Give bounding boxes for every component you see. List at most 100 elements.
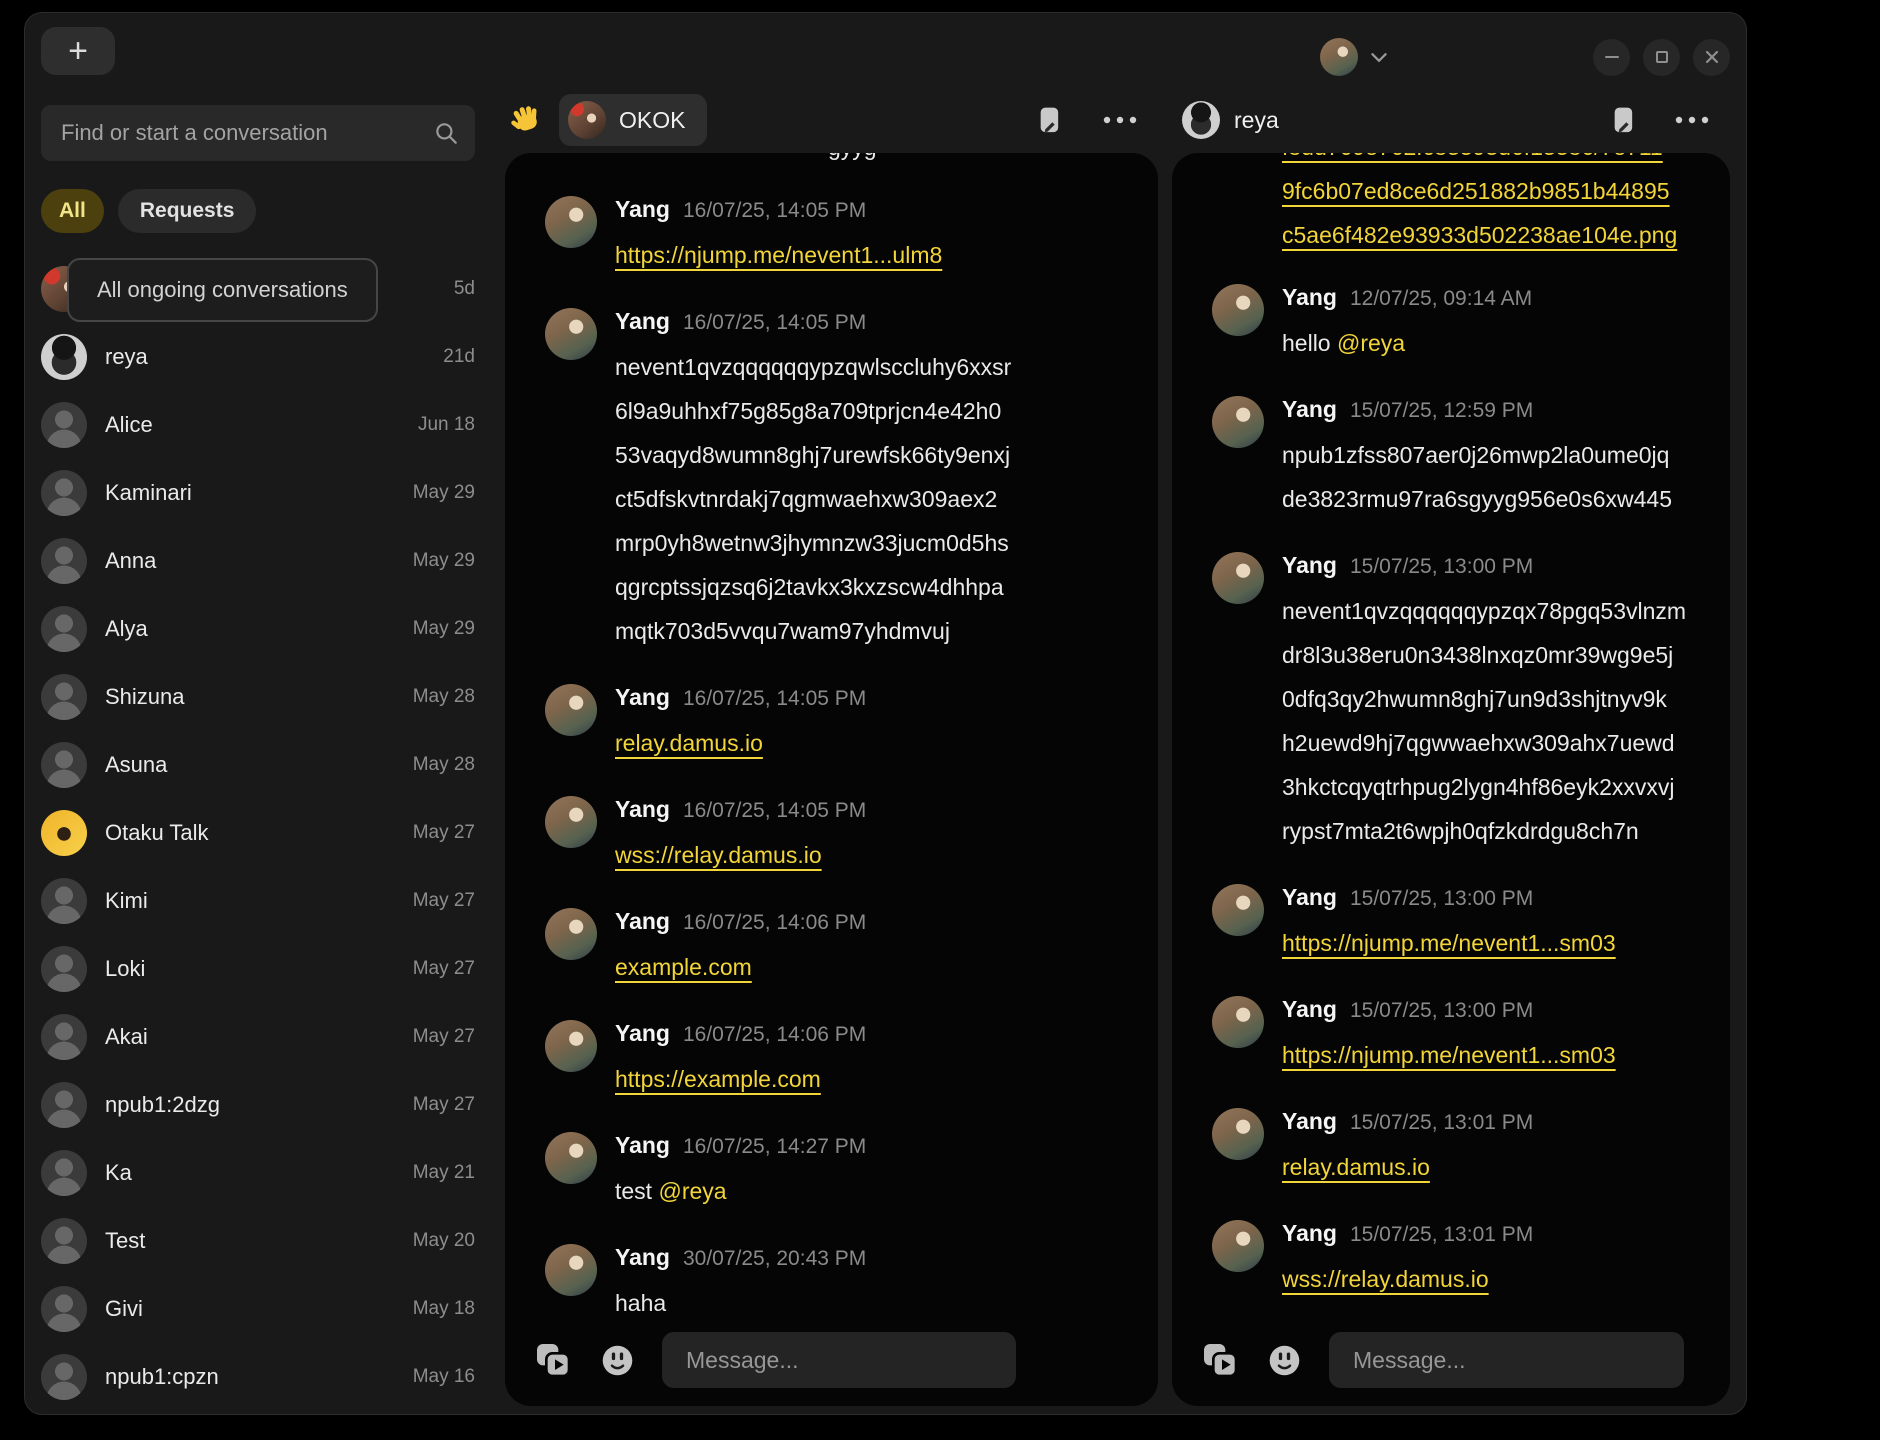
conversation-name: Alya [105, 616, 395, 642]
conversation-row[interactable]: TestMay 20 [41, 1207, 475, 1275]
conversation-row[interactable]: AkaiMay 27 [41, 1003, 475, 1071]
message-timestamp: 15/07/25, 13:00 PM [1350, 883, 1533, 915]
conversation-row[interactable]: KaminariMay 29 [41, 459, 475, 527]
message-body: f8dd769e762fc83393d6f13386/7e7119fc6b07e… [1282, 159, 1712, 257]
message-avatar[interactable] [545, 684, 597, 736]
conversation-time: May 27 [413, 958, 475, 980]
media-attach-icon[interactable] [533, 1340, 573, 1380]
message-link[interactable]: f8dd769e762fc83393d6f13386/7e711 [1282, 153, 1712, 169]
message-timestamp: 30/07/25, 20:43 PM [683, 1243, 866, 1275]
conversation-avatar [41, 742, 87, 788]
message: Yang16/07/25, 14:27 PMtest @reya [545, 1129, 1140, 1213]
message-content: test @reya [615, 1169, 1140, 1213]
conversation-row[interactable]: GiviMay 18 [41, 1275, 475, 1343]
conversation-row[interactable]: LokiMay 27 [41, 935, 475, 1003]
message-body: Yang16/07/25, 14:05 PMnevent1qvzqqqqqqyp… [615, 305, 1140, 653]
conversation-avatar[interactable] [1182, 101, 1220, 139]
message-timestamp: 15/07/25, 13:00 PM [1350, 995, 1533, 1027]
message-link[interactable]: example.com [615, 954, 752, 980]
message-avatar[interactable] [545, 908, 597, 960]
mention[interactable]: @reya [1337, 330, 1405, 356]
conversation-row[interactable]: npub1:cpznMay 16 [41, 1343, 475, 1406]
message-text: haha [615, 1290, 666, 1316]
message-avatar[interactable] [1212, 1108, 1264, 1160]
conversation-row[interactable]: npub1:2dzgMay 27 [41, 1071, 475, 1139]
conversation-row[interactable]: AliceJun 18 [41, 391, 475, 459]
conversation-name: npub1:2dzg [105, 1092, 395, 1118]
message-link[interactable]: relay.damus.io [1282, 1154, 1430, 1180]
message-avatar[interactable] [1212, 552, 1264, 604]
maximize-button[interactable] [1643, 39, 1680, 76]
message-input[interactable]: Message... [1329, 1332, 1684, 1388]
message-link[interactable]: https://njump.me/nevent1...sm03 [1282, 930, 1616, 956]
message-link[interactable]: wss://relay.damus.io [1282, 1266, 1489, 1292]
message-input[interactable]: Message... [662, 1332, 1016, 1388]
more-button[interactable] [1102, 115, 1138, 125]
message-avatar[interactable] [545, 196, 597, 248]
message-avatar[interactable] [545, 1244, 597, 1296]
message-link[interactable]: https://njump.me/nevent1...sm03 [1282, 1042, 1616, 1068]
more-button[interactable] [1674, 115, 1710, 125]
conversation-row[interactable]: AsunaMay 28 [41, 731, 475, 799]
new-conversation-button[interactable]: + [41, 27, 115, 75]
message-header: Yang 30/07/25, 20:43 PM [615, 1241, 1140, 1275]
message-avatar[interactable] [1212, 884, 1264, 936]
titlebar [505, 13, 1730, 87]
message-link[interactable]: 9fc6b07ed8ce6d251882b9851b44895 [1282, 169, 1712, 213]
emoji-icon[interactable] [599, 1342, 636, 1379]
search-input[interactable]: Find or start a conversation [41, 105, 475, 161]
close-button[interactable] [1693, 39, 1730, 76]
message-avatar[interactable] [1212, 396, 1264, 448]
emoji-icon[interactable] [1266, 1342, 1303, 1379]
note-button[interactable] [1610, 105, 1638, 136]
message-timestamp: 15/07/25, 13:01 PM [1350, 1107, 1533, 1139]
message-content: hello @reya [1282, 321, 1712, 365]
chat-panels: gyygYang16/07/25, 14:05 PMhttps://njump.… [505, 153, 1730, 1406]
filter-all[interactable]: All [41, 189, 104, 233]
avatar-spacer [545, 159, 597, 169]
message-avatar[interactable] [1212, 284, 1264, 336]
conversation-row[interactable]: KaMay 21 [41, 1139, 475, 1207]
message-avatar[interactable] [545, 308, 597, 360]
conversation-title: OKOK [619, 107, 685, 134]
message-author: Yang [615, 1241, 670, 1273]
conversation-row[interactable]: KimiMay 27 [41, 867, 475, 935]
message-avatar[interactable] [545, 1132, 597, 1184]
conversation-title-pill[interactable]: OKOK [559, 94, 707, 146]
message-link[interactable]: c5ae6f482e93933d502238ae104e.png [1282, 213, 1712, 257]
message: Yang15/07/25, 12:59 PMnpub1zfss807aer0j2… [1212, 393, 1712, 521]
message-avatar[interactable] [545, 796, 597, 848]
conversation-row[interactable]: Otaku TalkMay 27 [41, 799, 475, 867]
account-avatar[interactable] [1320, 38, 1358, 76]
conversation-avatar [41, 606, 87, 652]
chevron-down-icon[interactable] [1370, 52, 1388, 63]
message-body: Yang16/07/25, 14:06 PMexample.com [615, 905, 1140, 989]
conversation-row[interactable]: ShizunaMay 28 [41, 663, 475, 731]
message-content: npub1zfss807aer0j26mwp2la0ume0jqde3823rm… [1282, 433, 1712, 521]
message-body: Yang15/07/25, 12:59 PMnpub1zfss807aer0j2… [1282, 393, 1712, 521]
search-placeholder: Find or start a conversation [61, 120, 433, 146]
message-link[interactable]: https://example.com [615, 1066, 821, 1092]
media-attach-icon[interactable] [1200, 1340, 1240, 1380]
message-link[interactable]: wss://relay.damus.io [615, 842, 822, 868]
mention[interactable]: @reya [658, 1178, 726, 1204]
filter-requests[interactable]: Requests [118, 189, 257, 233]
message-link[interactable]: https://njump.me/nevent1...ulm8 [615, 242, 942, 268]
conversation-time: May 27 [413, 1026, 475, 1048]
conversation-time: May 27 [413, 822, 475, 844]
message-content: gyyg [828, 153, 1140, 169]
message-avatar[interactable] [1212, 996, 1264, 1048]
message-text: nevent1qvzqqqqqqypzqx78pgq53vlnzm [1282, 589, 1712, 633]
message-body: Yang12/07/25, 09:14 AMhello @reya [1282, 281, 1712, 365]
message-avatar[interactable] [545, 1020, 597, 1072]
conversation-row[interactable]: AlyaMay 29 [41, 595, 475, 663]
message-link[interactable]: relay.damus.io [615, 730, 763, 756]
minimize-button[interactable] [1593, 39, 1630, 76]
conversation-avatar [41, 1218, 87, 1264]
conversation-row[interactable]: AnnaMay 29 [41, 527, 475, 595]
conversation-row[interactable]: reya21d [41, 323, 475, 391]
note-button[interactable] [1036, 105, 1064, 136]
conversation-time: May 28 [413, 754, 475, 776]
message-avatar[interactable] [1212, 1220, 1264, 1272]
message: Yang16/07/25, 14:05 PMrelay.damus.io [545, 681, 1140, 765]
